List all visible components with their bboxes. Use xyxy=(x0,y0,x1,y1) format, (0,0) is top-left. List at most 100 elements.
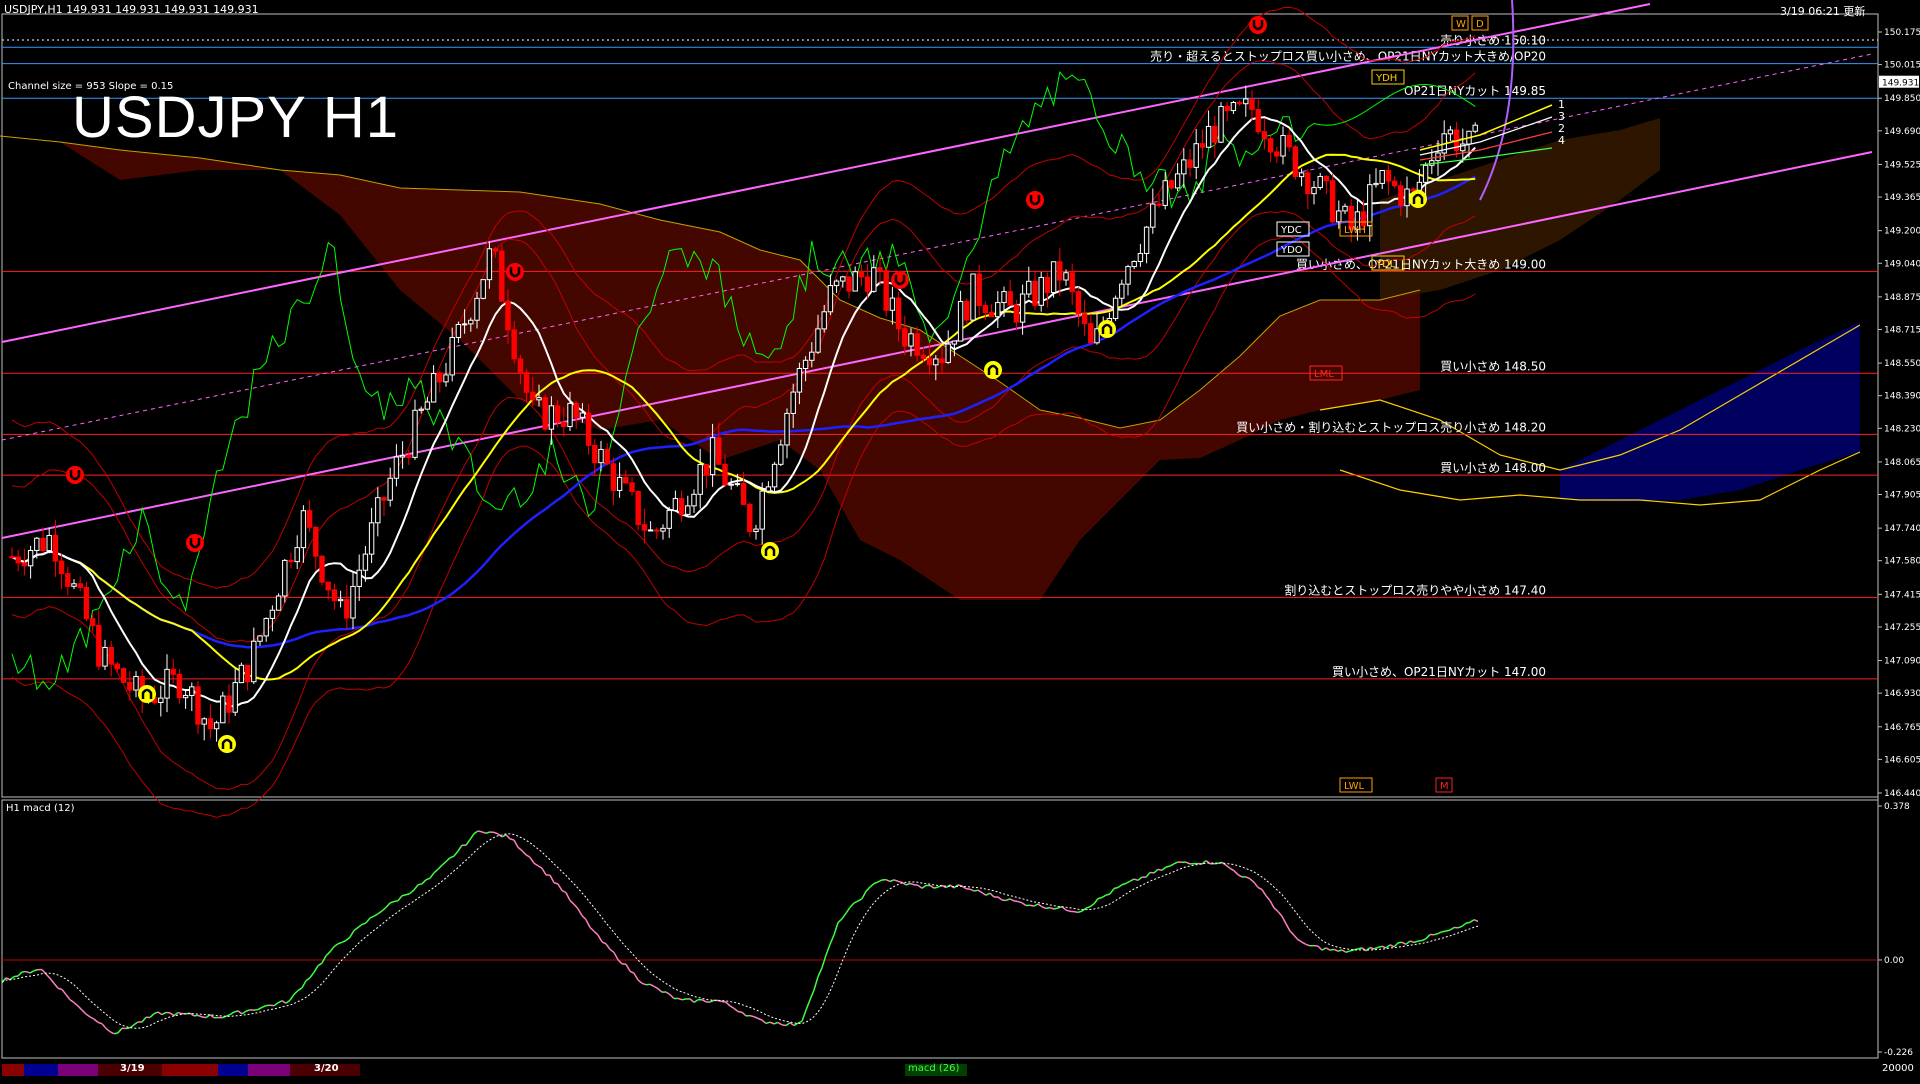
chart-stage[interactable]: 売り小さめ 150.10売り・超えるとストップロス買い小さめ、OP21日NYカッ… xyxy=(0,0,1920,1080)
candle-body xyxy=(264,618,268,635)
candle-body xyxy=(642,525,646,531)
y-tick-label: 148.715 xyxy=(1884,325,1920,335)
y-tick-label: 147.255 xyxy=(1884,623,1920,633)
candle-body xyxy=(915,334,919,355)
candle-body xyxy=(425,402,429,409)
candle-body xyxy=(518,359,522,373)
candle-body xyxy=(177,674,181,697)
candle-body xyxy=(1200,144,1204,148)
candle-body xyxy=(549,406,553,429)
candle-body xyxy=(400,456,404,457)
candle-body xyxy=(1070,273,1074,292)
candle-body xyxy=(462,324,466,325)
candle-body xyxy=(1194,144,1198,168)
candle-body xyxy=(1033,281,1037,305)
candle-body xyxy=(1318,176,1322,187)
candle-body xyxy=(72,584,76,587)
candle-body xyxy=(456,324,460,337)
candle-body xyxy=(524,372,528,392)
candle-body xyxy=(47,535,51,550)
candle-body xyxy=(555,406,559,422)
candle-body xyxy=(1213,126,1217,142)
price-chart[interactable]: 売り小さめ 150.10売り・超えるとストップロス買い小さめ、OP21日NYカッ… xyxy=(0,0,1920,1080)
candle-body xyxy=(965,301,969,320)
candle-body xyxy=(493,249,497,251)
candle-body xyxy=(314,527,318,556)
y-tick-label: 148.550 xyxy=(1884,359,1920,369)
candle-body xyxy=(568,403,572,426)
candle-body xyxy=(971,274,975,320)
macd-segment xyxy=(934,887,938,888)
level-label: 買い小さめ・割り込むとストップロス売り小さめ 148.20 xyxy=(1236,419,1546,434)
candle-body xyxy=(996,303,1000,317)
candle-body xyxy=(35,538,39,550)
candle-body xyxy=(1411,189,1415,190)
candle-body xyxy=(822,312,826,329)
candle-body xyxy=(586,413,590,445)
level-label: OP21日NYカット 149.85 xyxy=(1404,84,1546,98)
candle-body xyxy=(1256,109,1260,131)
y-tick-label: 150.015 xyxy=(1884,61,1920,71)
candle-body xyxy=(97,626,101,667)
candle-body xyxy=(258,636,262,641)
y-tick-label: 146.930 xyxy=(1884,689,1920,699)
level-label: 買い小さめ 148.00 xyxy=(1440,461,1546,475)
sell-signal-icon xyxy=(1249,16,1267,34)
macd-tick-label: 0.378 xyxy=(1884,802,1910,812)
candle-body xyxy=(810,352,814,360)
candle-body xyxy=(1051,262,1055,293)
session-segment xyxy=(218,1064,248,1076)
candle-body xyxy=(1039,277,1043,305)
candle-body xyxy=(667,510,671,528)
candle-body xyxy=(1417,182,1421,190)
candle-body xyxy=(803,360,807,368)
candle-body xyxy=(22,563,26,566)
y-tick-label: 148.230 xyxy=(1884,424,1920,434)
date-label-2: 3/20 xyxy=(314,1063,339,1074)
candle-body xyxy=(221,696,225,723)
candle-body xyxy=(78,584,82,588)
candle-body xyxy=(59,561,63,574)
macd-tab-label: macd (26) xyxy=(908,1063,959,1074)
candle-body xyxy=(66,574,70,587)
candle-body xyxy=(1089,324,1093,343)
candle-body xyxy=(834,281,838,286)
candle-body xyxy=(828,286,832,312)
candle-body xyxy=(307,511,311,528)
y-tick-label: 149.200 xyxy=(1884,227,1920,237)
y-tick-label: 147.415 xyxy=(1884,590,1920,600)
candle-body xyxy=(1405,189,1409,206)
candle-body xyxy=(673,499,677,511)
macd-tick-label: -0.226 xyxy=(1884,1048,1913,1058)
y-tick-label: 148.875 xyxy=(1884,293,1920,303)
candle-body xyxy=(450,337,454,374)
ref-box-label: YDC xyxy=(1280,225,1302,236)
candle-body xyxy=(1337,211,1341,222)
sell-signal-icon xyxy=(1026,191,1044,209)
candle-body xyxy=(512,330,516,359)
session-segment xyxy=(24,1064,58,1076)
macd-segment xyxy=(750,1016,754,1017)
level-label: 買い小さめ 148.50 xyxy=(1440,359,1546,373)
candle-body xyxy=(109,647,113,664)
macd-segment xyxy=(966,889,970,890)
candle-body xyxy=(1299,173,1303,177)
candle-body xyxy=(1324,176,1328,180)
candle-body xyxy=(134,676,138,690)
y-tick-label: 147.090 xyxy=(1884,657,1920,667)
candle-body xyxy=(1250,99,1254,110)
candle-body xyxy=(909,334,913,346)
candle-body xyxy=(853,272,857,291)
candle-body xyxy=(543,398,547,430)
updated-time: 3/19 06:21 更新 xyxy=(1780,3,1865,19)
symbol-info: USDJPY,H1 149.931 149.931 149.931 149.93… xyxy=(4,3,259,16)
candle-body xyxy=(1175,174,1179,188)
candle-body xyxy=(301,511,305,548)
ref-box-label: YDO xyxy=(1280,245,1303,256)
candle-body xyxy=(772,464,776,487)
candle-body xyxy=(475,298,479,320)
candle-body xyxy=(1076,292,1080,314)
candle-body xyxy=(940,359,944,362)
session-segment xyxy=(248,1064,290,1076)
candle-body xyxy=(357,570,361,586)
